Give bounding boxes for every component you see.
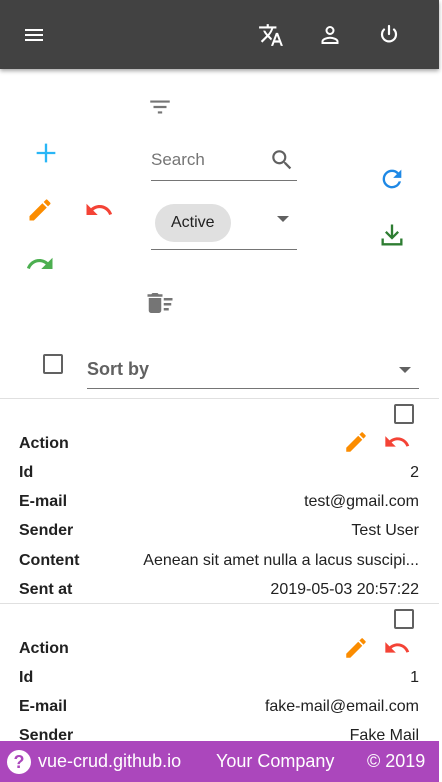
field-label: E-mail (19, 493, 68, 510)
row-undo-button[interactable] (381, 427, 413, 457)
account-icon[interactable] (317, 22, 343, 48)
chevron-down-icon[interactable] (399, 367, 411, 373)
footer-copyright: © 2019 (367, 751, 426, 771)
status-select[interactable]: Active (151, 200, 297, 250)
field-label: Sent at (19, 581, 73, 598)
row-undo-button[interactable] (381, 633, 413, 663)
menu-icon[interactable] (21, 22, 47, 48)
sent-at-value: 2019-05-03 20:57:22 (270, 581, 419, 598)
status-chip: Active (155, 204, 231, 242)
search-field[interactable] (151, 143, 297, 181)
row-checkbox[interactable] (394, 609, 414, 629)
app-bar (0, 0, 439, 69)
id-value: 1 (410, 669, 419, 686)
email-value: test@gmail.com (304, 493, 419, 510)
sender-value: Test User (351, 522, 419, 539)
id-value: 2 (410, 464, 419, 481)
delete-selected-button[interactable] (143, 286, 177, 320)
footer-company: Your Company (216, 751, 335, 771)
field-label: Id (19, 464, 34, 481)
content-value: Aenean sit amet nulla a lacus suscipi... (143, 552, 419, 569)
select-all-checkbox[interactable] (43, 354, 63, 374)
sort-label: Sort by (87, 359, 150, 379)
field-label: E-mail (19, 698, 68, 715)
field-label: Sender (19, 522, 74, 539)
help-circle-icon[interactable]: ? (7, 750, 31, 774)
field-label: Action (19, 640, 69, 657)
export-button[interactable] (375, 218, 409, 252)
redo-button[interactable] (23, 247, 57, 281)
refresh-button[interactable] (375, 162, 409, 196)
divider (0, 603, 439, 604)
search-icon[interactable] (269, 147, 295, 178)
footer: ? vue-crud.github.io Your Company © 2019 (0, 741, 439, 782)
divider (0, 398, 439, 399)
power-icon[interactable] (376, 22, 402, 48)
row-edit-button[interactable] (341, 633, 371, 663)
row-checkbox[interactable] (394, 404, 414, 424)
field-label: Content (19, 552, 80, 569)
add-button[interactable] (29, 136, 63, 170)
undo-button[interactable] (82, 193, 116, 227)
footer-link[interactable]: vue-crud.github.io (38, 751, 181, 772)
row-edit-button[interactable] (341, 427, 371, 457)
edit-button[interactable] (23, 193, 57, 227)
field-label: Action (19, 435, 69, 452)
chevron-down-icon[interactable] (277, 216, 289, 222)
field-label: Id (19, 669, 34, 686)
translate-icon[interactable] (258, 22, 284, 48)
email-value: fake-mail@email.com (264, 698, 419, 715)
search-input[interactable] (151, 147, 263, 173)
filter-icon[interactable] (143, 90, 177, 124)
sort-select[interactable]: Sort by (87, 352, 419, 389)
